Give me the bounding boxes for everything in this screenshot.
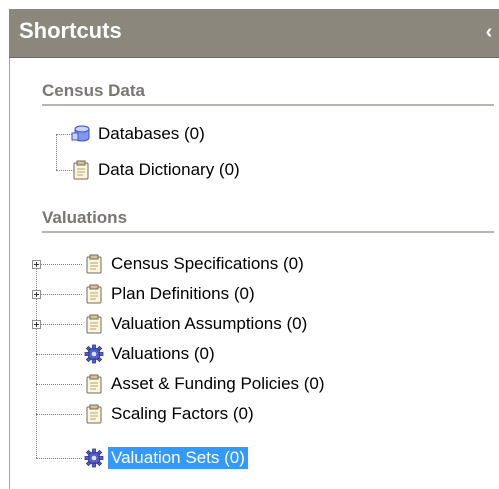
tree-item-label: Valuation Assumptions (0) [111, 314, 308, 333]
tree-connector [36, 354, 82, 355]
tree-item-census-specifications[interactable]: Census Specifications (0) [84, 251, 307, 277]
tree-connector [36, 458, 82, 459]
panel-left-border [9, 58, 10, 489]
tree-item-label: Asset & Funding Policies (0) [111, 374, 325, 393]
tree-item-plan-definitions[interactable]: Plan Definitions (0) [84, 281, 258, 307]
clipboard-icon [86, 254, 102, 274]
tree-item-label: Census Specifications (0) [111, 254, 304, 273]
gear-icon [84, 448, 104, 468]
tree-item-label: Valuation Sets (0) [108, 447, 248, 469]
tree-item-label: Plan Definitions (0) [111, 284, 255, 303]
tree-item-data-dictionary[interactable]: Data Dictionary (0) [71, 157, 243, 183]
tree-connector [36, 294, 82, 295]
tree-connector [36, 324, 82, 325]
panel-header: Shortcuts ‹ [9, 9, 499, 58]
tree-item-scaling-factors[interactable]: Scaling Factors (0) [84, 401, 257, 427]
expand-toggle-valuation-assumptions[interactable] [32, 320, 41, 329]
section-header-census-data: Census Data [42, 81, 494, 106]
tree-connector [56, 134, 57, 170]
tree-item-label: Scaling Factors (0) [111, 404, 254, 423]
shortcuts-panel: Shortcuts ‹ Census Data Databases (0) Da… [9, 9, 499, 489]
collapse-button[interactable]: ‹ [481, 20, 497, 44]
tree-item-valuation-sets[interactable]: Valuation Sets (0) [84, 445, 248, 471]
tree-item-label: Databases (0) [98, 124, 205, 143]
gear-icon [84, 344, 104, 364]
tree-item-label: Data Dictionary (0) [98, 160, 240, 179]
clipboard-icon [86, 374, 102, 394]
clipboard-icon [73, 160, 89, 180]
tree-connector [36, 384, 82, 385]
clipboard-icon [86, 404, 102, 424]
tree-item-label: Valuations (0) [111, 344, 215, 363]
database-icon [71, 125, 90, 142]
section-header-valuations: Valuations [42, 208, 494, 233]
tree-item-valuation-assumptions[interactable]: Valuation Assumptions (0) [84, 311, 310, 337]
tree-connector [36, 414, 82, 415]
expand-toggle-census-specifications[interactable] [32, 260, 41, 269]
expand-toggle-plan-definitions[interactable] [32, 290, 41, 299]
clipboard-icon [86, 284, 102, 304]
tree-connector [36, 264, 82, 265]
panel-title: Shortcuts [19, 18, 122, 43]
tree-item-valuations[interactable]: Valuations (0) [84, 341, 218, 367]
clipboard-icon [86, 314, 102, 334]
tree-item-asset-funding-policies[interactable]: Asset & Funding Policies (0) [84, 371, 328, 397]
tree-item-databases[interactable]: Databases (0) [71, 121, 208, 147]
